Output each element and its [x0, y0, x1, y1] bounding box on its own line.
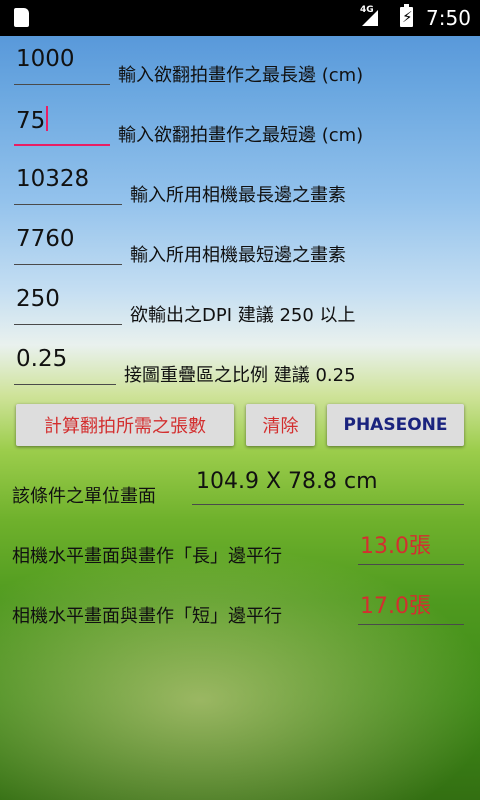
sd-card-icon — [14, 8, 29, 27]
camera-long-pixels-input[interactable]: 10328 — [14, 164, 122, 205]
battery-charging-icon: ⚡ — [400, 4, 413, 27]
overlap-ratio-label: 接圖重疊區之比例 建議 0.25 — [124, 365, 356, 386]
unit-frame-result: 104.9 X 78.8 cm — [192, 466, 464, 505]
phaseone-button[interactable]: PHASEONE — [327, 404, 464, 446]
text-cursor — [46, 106, 49, 131]
longest-side-cm-input[interactable]: 1000 — [14, 44, 110, 85]
shortest-side-cm-input[interactable]: 75 — [14, 104, 110, 146]
camera-short-pixels-input[interactable]: 7760 — [14, 224, 122, 265]
output-dpi-label: 欲輸出之DPI 建議 250 以上 — [130, 305, 356, 326]
output-dpi-value: 250 — [16, 286, 60, 312]
camera-short-pixels-value: 7760 — [16, 226, 75, 252]
unit-frame-label: 該條件之單位畫面 — [12, 486, 156, 507]
camera-long-pixels-label: 輸入所用相機最長邊之畫素 — [130, 185, 346, 206]
overlap-ratio-value: 0.25 — [16, 346, 68, 372]
overlap-ratio-input[interactable]: 0.25 — [14, 344, 116, 385]
signal-icon — [362, 10, 378, 26]
short-parallel-label: 相機水平畫面與畫作「短」邊平行 — [12, 606, 282, 627]
unit-frame-value: 104.9 X 78.8 cm — [196, 469, 378, 494]
calculate-button[interactable]: 計算翻拍所需之張數 — [16, 404, 234, 446]
long-parallel-label: 相機水平畫面與畫作「長」邊平行 — [12, 546, 282, 567]
shortest-side-cm-label: 輸入欲翻拍畫作之最短邊 (cm) — [118, 125, 364, 146]
shortest-side-cm-value: 75 — [16, 106, 49, 134]
short-parallel-value: 17.0張 — [360, 594, 431, 619]
clear-button[interactable]: 清除 — [246, 404, 315, 446]
longest-side-cm-value: 1000 — [16, 46, 75, 72]
short-parallel-result: 17.0張 — [358, 586, 464, 625]
output-dpi-input[interactable]: 250 — [14, 284, 122, 325]
long-parallel-result: 13.0張 — [358, 526, 464, 565]
long-parallel-value: 13.0張 — [360, 534, 431, 559]
camera-long-pixels-value: 10328 — [16, 166, 90, 192]
status-bar: 4G ⚡ 7:50 — [0, 0, 480, 36]
camera-short-pixels-label: 輸入所用相機最短邊之畫素 — [130, 245, 346, 266]
longest-side-cm-label: 輸入欲翻拍畫作之最長邊 (cm) — [118, 65, 364, 86]
clock: 7:50 — [426, 6, 471, 30]
